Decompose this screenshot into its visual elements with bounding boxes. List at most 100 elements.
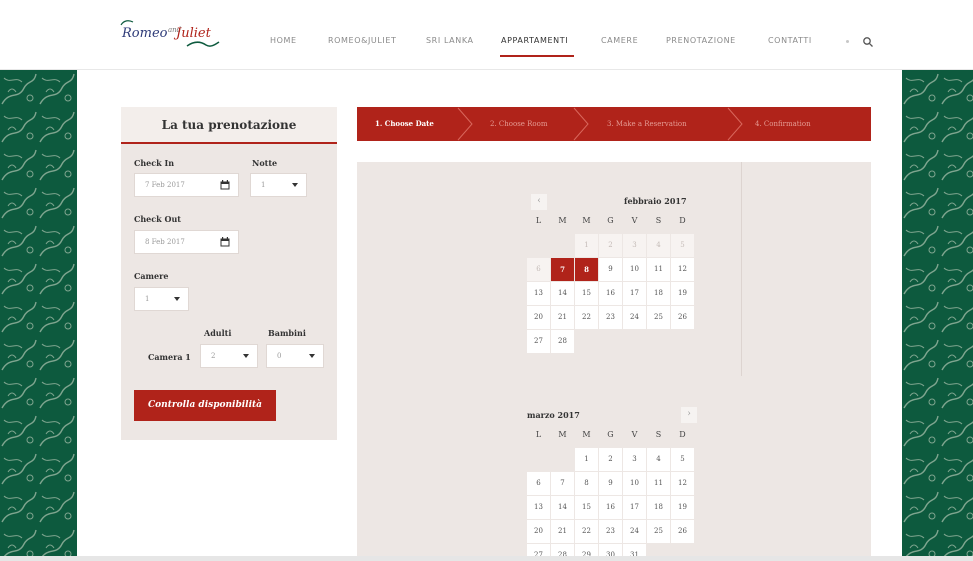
calendar-day[interactable]: 23 — [599, 306, 622, 329]
calendar-day[interactable]: 26 — [671, 306, 694, 329]
site-logo[interactable]: Romeo and Juliet — [118, 20, 228, 47]
room1-children-select[interactable]: 0 — [266, 344, 324, 368]
nav-contatti[interactable]: CONTATTI — [768, 36, 812, 45]
nav-camere[interactable]: CAMERE — [601, 36, 638, 45]
logo-romeo: Romeo — [122, 26, 168, 41]
calendar-day[interactable]: 13 — [527, 282, 550, 305]
calendar-day[interactable]: 16 — [599, 496, 622, 519]
calendar-day[interactable]: 17 — [623, 282, 646, 305]
weekday-label: G — [607, 216, 614, 225]
weekday-label: M — [558, 430, 567, 439]
calendar-day[interactable]: 10 — [623, 258, 646, 281]
calendar-day[interactable]: 20 — [527, 520, 550, 543]
check-availability-button[interactable]: Controlla disponibilità — [134, 390, 276, 421]
calendar-day: 2 — [599, 234, 622, 257]
calendar-day[interactable]: 7 — [551, 472, 574, 495]
check-out-field[interactable]: 8 Feb 2017 — [134, 230, 239, 254]
calendar-day[interactable]: 17 — [623, 496, 646, 519]
calendar-day[interactable]: 25 — [647, 520, 670, 543]
calendar-day[interactable]: 12 — [671, 472, 694, 495]
calendar-day[interactable]: 2 — [599, 448, 622, 471]
calendar-day[interactable]: 19 — [671, 282, 694, 305]
calendar-day[interactable]: 16 — [599, 282, 622, 305]
calendar-day[interactable]: 18 — [647, 282, 670, 305]
calendar-day[interactable]: 11 — [647, 472, 670, 495]
calendar-day[interactable]: 24 — [623, 306, 646, 329]
prev-month-button[interactable]: ‹ — [531, 194, 547, 210]
calendar-day[interactable]: 21 — [551, 306, 574, 329]
calendar-day: 5 — [671, 234, 694, 257]
step-make-reservation[interactable]: 3. Make a Reservation — [607, 107, 687, 141]
step-confirmation[interactable]: 4. Confirmation — [755, 107, 811, 141]
calendar-day[interactable]: 1 — [575, 448, 598, 471]
check-in-field[interactable]: 7 Feb 2017 — [134, 173, 239, 197]
calendar-day[interactable]: 25 — [647, 306, 670, 329]
calendar-day[interactable]: 3 — [623, 448, 646, 471]
calendar-day[interactable]: 22 — [575, 520, 598, 543]
calendar-day[interactable]: 9 — [599, 258, 622, 281]
calendar-day[interactable]: 24 — [623, 520, 646, 543]
calendar-day[interactable]: 19 — [671, 496, 694, 519]
calendar-day[interactable]: 4 — [647, 448, 670, 471]
weekday-label: D — [679, 216, 686, 225]
calendar-day[interactable]: 9 — [599, 472, 622, 495]
chevron-down-icon — [174, 297, 180, 301]
booking-title: La tua prenotazione — [121, 107, 337, 144]
calendar-day[interactable]: 14 — [551, 282, 574, 305]
calendar-day[interactable]: 13 — [527, 496, 550, 519]
month-title: febbraio 2017 — [624, 196, 687, 206]
nav-romeo-juliet[interactable]: ROMEO&JULIET — [328, 36, 397, 45]
calendar-day[interactable]: 18 — [647, 496, 670, 519]
weekday-label: G — [607, 430, 614, 439]
calendar-day[interactable]: 5 — [671, 448, 694, 471]
calendar-day[interactable]: 23 — [599, 520, 622, 543]
room1-adults-value: 2 — [211, 352, 216, 360]
step-choose-room[interactable]: 2. Choose Room — [490, 107, 548, 141]
check-out-label: Check Out — [134, 214, 181, 224]
nav-appartamenti[interactable]: APPARTAMENTI — [501, 36, 568, 45]
calendar-day[interactable]: 28 — [551, 330, 574, 353]
calendar-day[interactable]: 14 — [551, 496, 574, 519]
calendar-day[interactable]: 20 — [527, 306, 550, 329]
weekday-label: L — [535, 216, 542, 225]
calendar-day[interactable]: 15 — [575, 282, 598, 305]
weekday-label: S — [655, 430, 662, 439]
calendar-divider — [741, 162, 742, 376]
chevron-right-icon — [727, 107, 743, 141]
nights-select[interactable]: 1 — [250, 173, 307, 197]
calendar-day[interactable]: 6 — [527, 472, 550, 495]
rooms-select[interactable]: 1 — [134, 287, 189, 311]
pattern-icon — [902, 70, 973, 561]
calendar-day[interactable]: 8 — [575, 258, 598, 281]
calendar-day[interactable]: 10 — [623, 472, 646, 495]
chevron-down-icon — [309, 354, 315, 358]
room1-children-value: 0 — [277, 352, 282, 360]
nav-active-underline — [500, 55, 574, 57]
rooms-label: Camere — [134, 271, 169, 281]
page-bottom-shadow — [0, 556, 973, 561]
nights-value: 1 — [261, 181, 266, 189]
nav-prenotazione[interactable]: PRENOTAZIONE — [666, 36, 736, 45]
calendar-day[interactable]: 27 — [527, 330, 550, 353]
calendar-day[interactable]: 11 — [647, 258, 670, 281]
step-choose-date[interactable]: 1. Choose Date — [375, 107, 434, 141]
room1-adults-select[interactable]: 2 — [200, 344, 258, 368]
calendar-day[interactable]: 8 — [575, 472, 598, 495]
calendar-day[interactable]: 21 — [551, 520, 574, 543]
next-month-button[interactable]: › — [681, 407, 697, 423]
nav-separator-dot — [846, 40, 849, 43]
calendar-day[interactable]: 15 — [575, 496, 598, 519]
calendar-day[interactable]: 12 — [671, 258, 694, 281]
calendar-day[interactable]: 7 — [551, 258, 574, 281]
ornament-icon — [186, 41, 220, 47]
pattern-icon — [0, 70, 77, 561]
calendar-day: 4 — [647, 234, 670, 257]
nav-sri-lanka[interactable]: SRI LANKA — [426, 36, 474, 45]
nav-home[interactable]: HOME — [270, 36, 297, 45]
check-in-label: Check In — [134, 158, 175, 168]
calendar-day[interactable]: 26 — [671, 520, 694, 543]
weekday-label: S — [655, 216, 662, 225]
logo-juliet: Juliet — [176, 26, 211, 41]
calendar-day[interactable]: 22 — [575, 306, 598, 329]
search-icon[interactable] — [862, 36, 874, 48]
